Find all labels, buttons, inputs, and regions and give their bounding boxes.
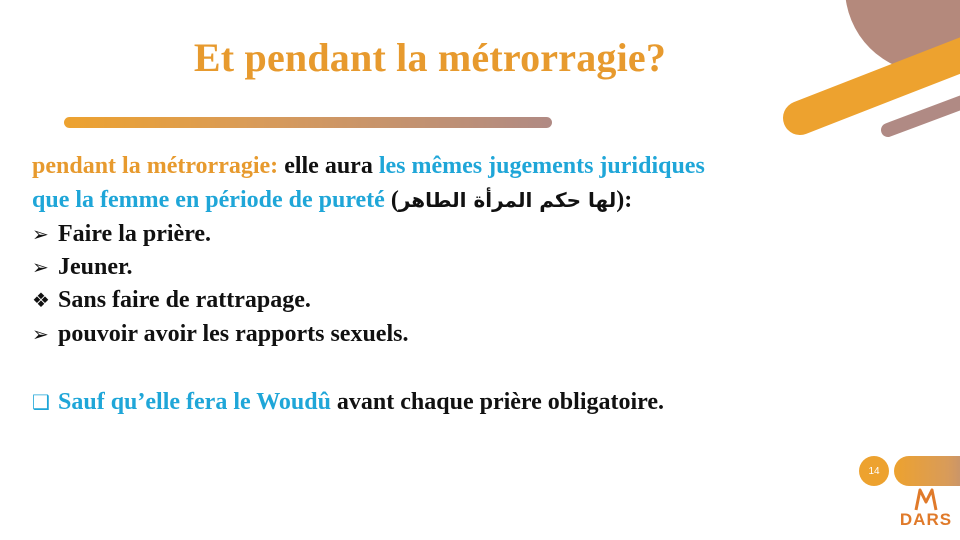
page-number-badge: 14 (859, 456, 889, 486)
checkbox-bullet-icon: ❑ (32, 390, 50, 414)
slide: Et pendant la métrorragie? pendant la mé… (0, 0, 960, 540)
intro-lead: pendant la métrorragie: (32, 153, 279, 179)
dars-logo: DARS (896, 488, 956, 538)
slide-title: Et pendant la métrorragie? (193, 35, 667, 80)
note-highlight: Sauf qu’elle fera le Woudû (58, 389, 331, 415)
arrow-bullet-icon: ➢ (32, 255, 49, 279)
intro-line-2: que la femme en période de pureté (لها ح… (32, 184, 632, 216)
logo-text: DARS (899, 510, 953, 529)
logo-mark-icon (914, 488, 938, 511)
mauve-circle-shape (845, 0, 960, 73)
paren-open: ( (384, 187, 399, 213)
paren-close: ): (616, 187, 633, 213)
note-rest: avant chaque prière obligatoire. (330, 389, 665, 415)
diamond-bullet-icon: ❖ (32, 288, 50, 312)
bullet-item-pray: ➢ Faire la prière. (32, 218, 211, 250)
bullet-item-no-makeup: ❖ Sans faire de rattrapage. (32, 284, 311, 316)
arabic-phrase: لها حكم المرأة الطاهر (398, 188, 617, 212)
intro-line-1: pendant la métrorragie: elle aura les mê… (32, 150, 705, 182)
intro-mid: elle aura (278, 153, 379, 179)
bullet-text: Faire la prière. (58, 221, 212, 247)
mauve-diagonal-stripe (881, 95, 960, 137)
bullet-item-relations: ➢ pouvoir avoir les rapports sexuels. (32, 318, 408, 350)
title-underline-bar (64, 117, 552, 128)
intro-highlight: les mêmes jugements juridiques (378, 153, 705, 179)
bullet-text: pouvoir avoir les rapports sexuels. (58, 321, 409, 347)
arrow-bullet-icon: ➢ (32, 322, 49, 346)
bullet-text: Jeuner. (58, 254, 133, 280)
footer-accent-bar (894, 456, 960, 486)
bullet-text: Sans faire de rattrapage. (58, 287, 311, 313)
bullet-item-fast: ➢ Jeuner. (32, 251, 132, 283)
intro-highlight-2: que la femme en période de pureté (32, 187, 385, 213)
arrow-bullet-icon: ➢ (32, 222, 49, 246)
note-line: ❑ Sauf qu’elle fera le Woudû avant chaque… (32, 386, 664, 418)
